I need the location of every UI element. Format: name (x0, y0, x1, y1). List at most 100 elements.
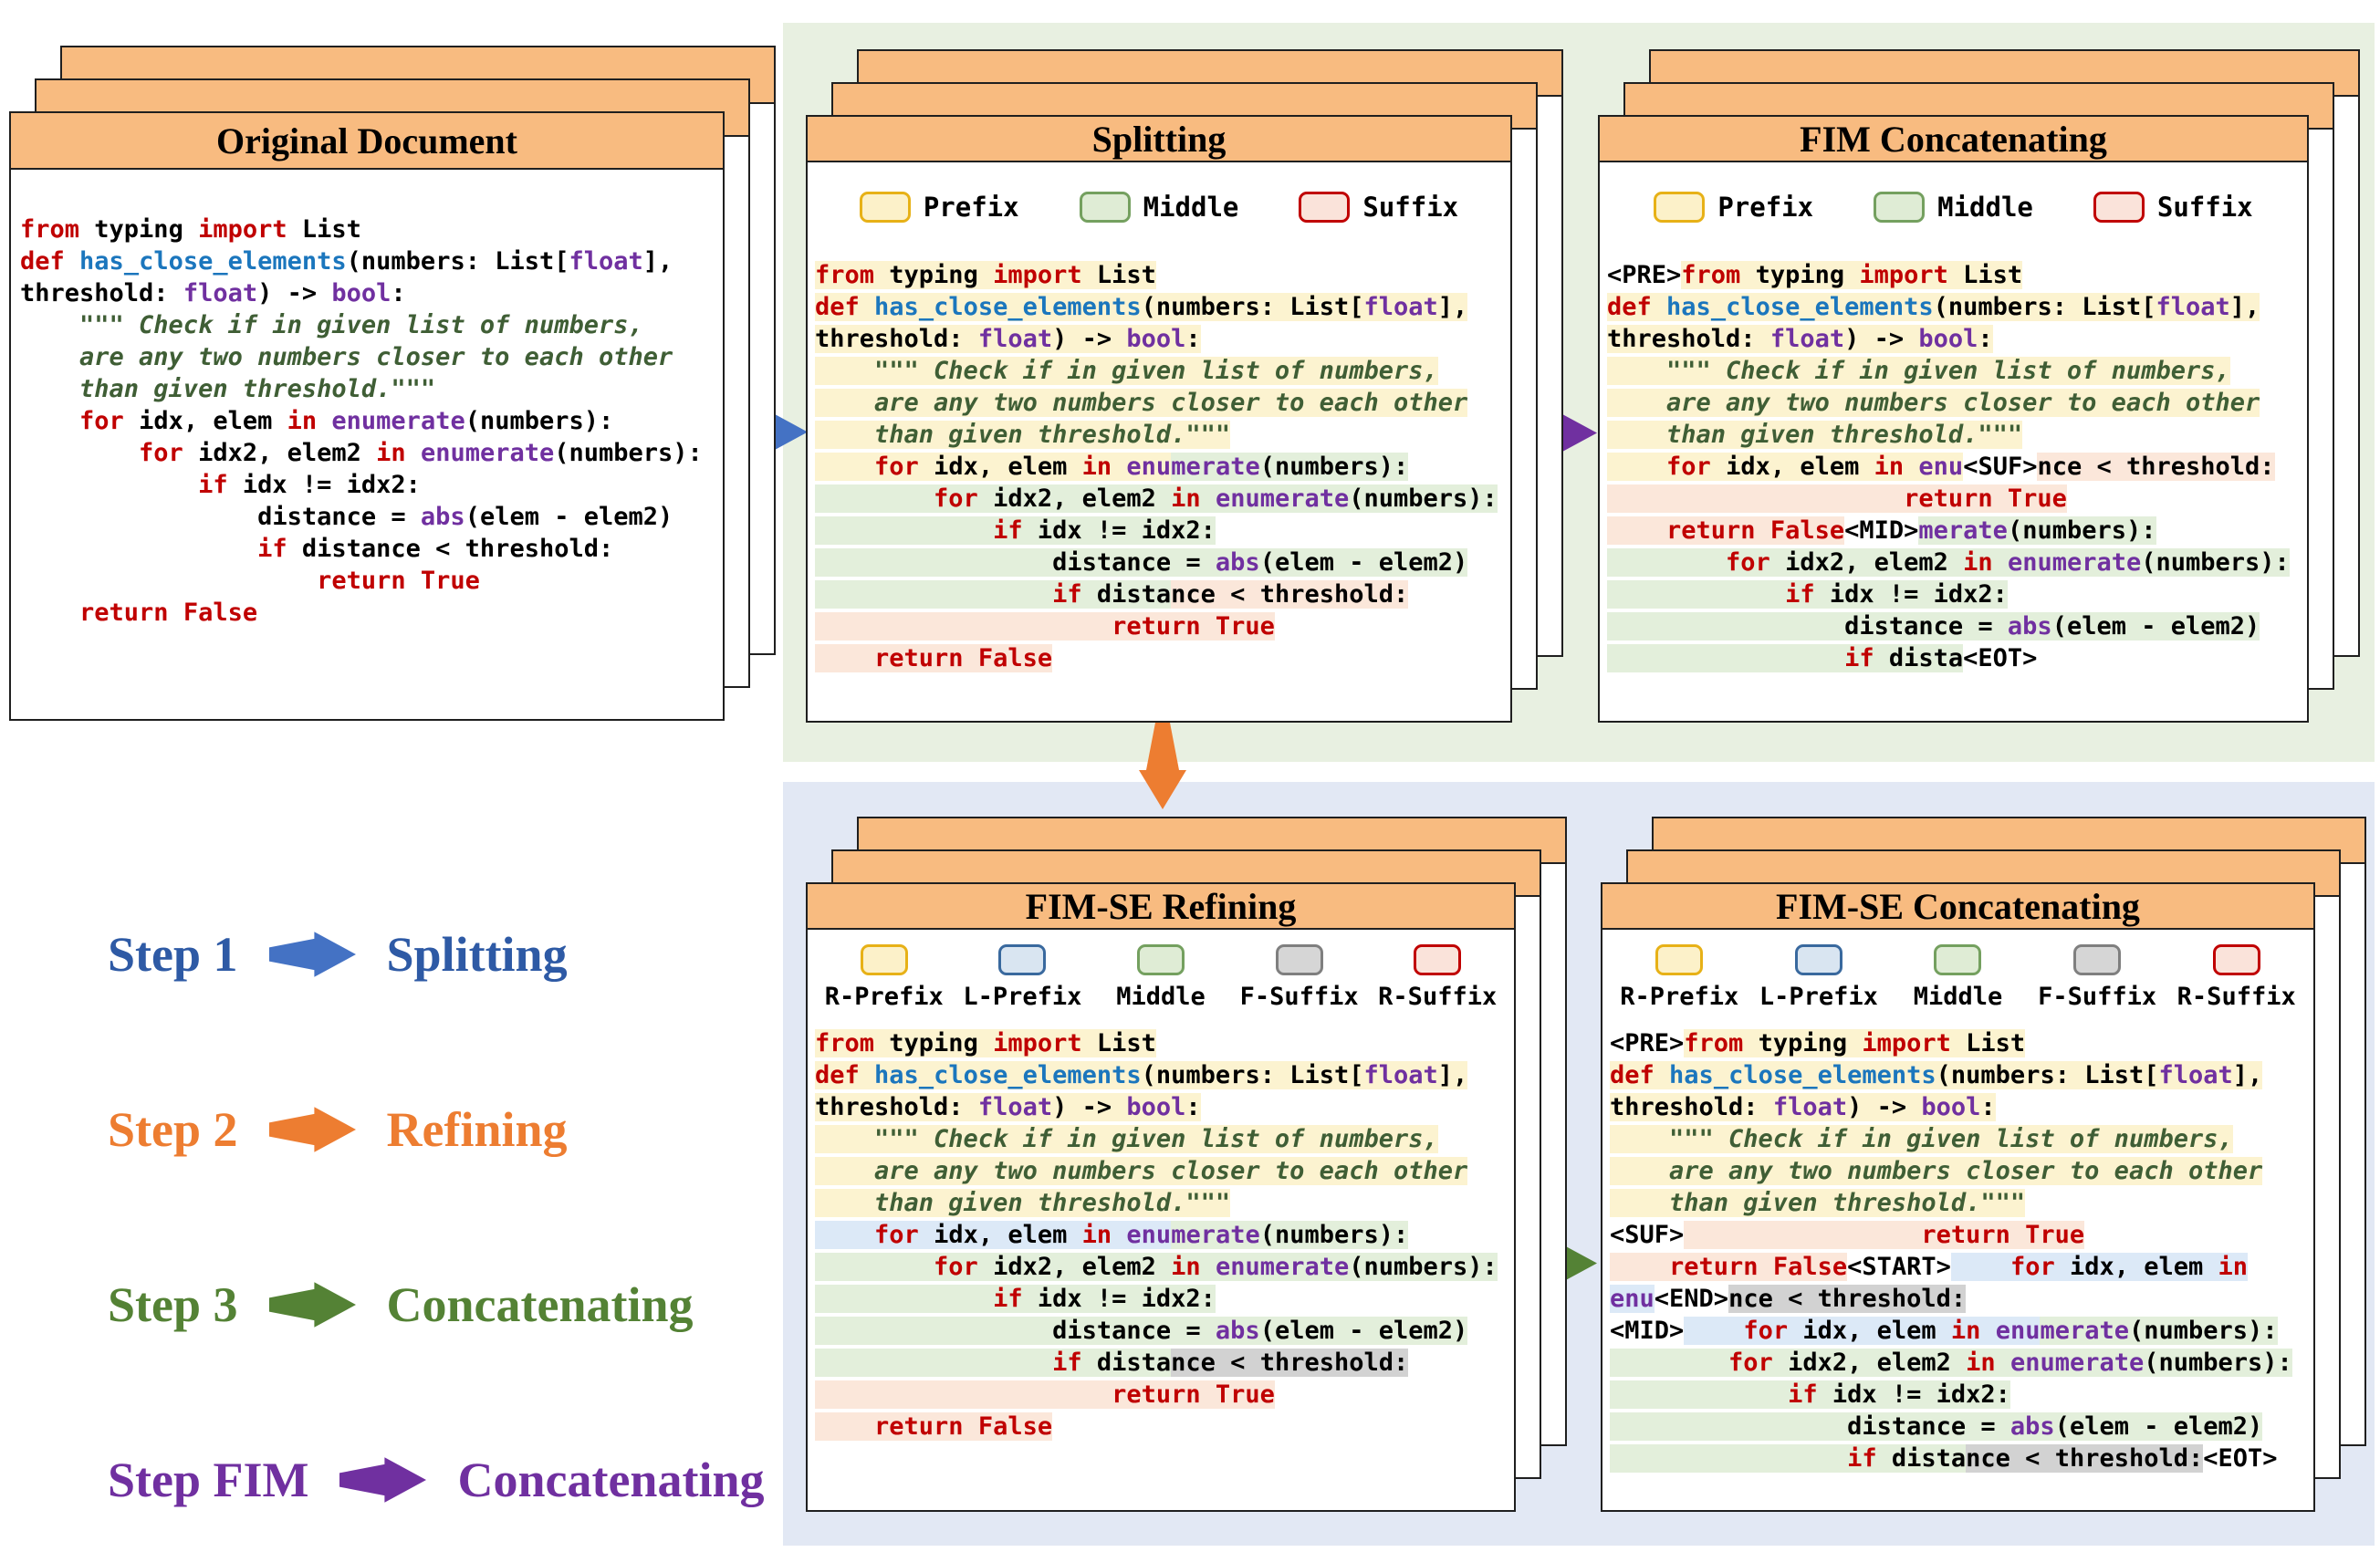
code-line: for idx2, elem2 in enumerate(numbers): (815, 1251, 1508, 1283)
code-line: for idx, elem in enumerate(numbers): (815, 1219, 1508, 1251)
legend-item-middle: Middle (1888, 944, 2028, 1011)
code-segment-plain: distance = abs(elem - elem2) (20, 503, 673, 531)
legend-chip-f-suffix (2073, 944, 2122, 975)
code-segment-prefix: for idx, elem in enu (1607, 453, 1964, 481)
step-row-3: Step 3 Concatenating (108, 1270, 764, 1339)
code-line: threshold: float) -> bool: (1607, 323, 2302, 355)
document-page: FIM-SE Refining R-Prefix L-Prefix Middle F-… (806, 882, 1516, 1512)
code-segment-prefix: threshold: float) -> bool: (815, 325, 1201, 353)
code-line: """ Check if in given list of numbers, (815, 355, 1505, 387)
legend-chip-suffix (2212, 944, 2260, 975)
legend: R-Prefix L-Prefix Middle F-Suffix R-Suffix (808, 944, 1514, 1011)
step-row-2: Step 2 Refining (108, 1095, 764, 1164)
code-block: <PRE>from typing import List def has_clos… (1602, 1027, 2313, 1474)
code-segment-prefix: def has_close_elements(numbers: List[flo… (815, 293, 1468, 321)
legend-item-prefix: R-Prefix (1610, 944, 1749, 1011)
code-line: distance = abs(elem - elem2) (1607, 610, 2302, 642)
code-segment-plain: <EOT> (2203, 1444, 2278, 1473)
panel-original-document: Original Document from typing import Lis… (9, 46, 776, 721)
code-segment-middle: merate(numbers): (2040, 1317, 2278, 1345)
code-line: are any two numbers closer to each other (1610, 1155, 2308, 1187)
legend-label: Prefix (923, 192, 1019, 223)
legend-label: R-Suffix (2176, 983, 2296, 1011)
code-line: <SUF> return True (1610, 1219, 2308, 1251)
code-segment-prefix: def has_close_elements(numbers: List[flo… (1607, 293, 2260, 321)
code-line: for idx, elem in enumerate(numbers): (815, 451, 1505, 483)
code-line: if distance < threshold: (815, 1347, 1508, 1379)
legend-label: Middle (1116, 983, 1206, 1011)
step-action: Splitting (386, 927, 568, 982)
code-segment-prefix: threshold: float) -> bool: (1607, 325, 1993, 353)
code-segment-middle: if idx != idx2: (815, 516, 1216, 545)
code-line: """ Check if in given list of numbers, (1610, 1123, 2308, 1155)
step-label: Step 1 (108, 927, 238, 982)
code-line: def has_close_elements(numbers: List[flo… (1610, 1059, 2308, 1091)
panel-title: FIM-SE Concatenating (1776, 885, 2140, 927)
step-label: Step FIM (108, 1453, 309, 1507)
panel-title: Original Document (216, 120, 517, 161)
code-segment-plain: <MID> (1610, 1317, 1685, 1345)
step-label: Step 3 (108, 1277, 238, 1332)
code-segment-middle: if idx != idx2: (1607, 580, 2008, 609)
step-row-fim: Step FIM Concatenating (108, 1445, 764, 1515)
fim-se-pipeline-diagram: { "panels": { "original": { "title": "Or… (0, 0, 2380, 1552)
code-line: than given threshold.""" (1607, 419, 2302, 451)
legend-item-prefix: Prefix (859, 192, 1019, 223)
arrow-fimse-refining-icon (1139, 723, 1186, 809)
code-segment-plain: if idx != idx2: (198, 471, 421, 499)
code-segment-middle: distance = abs(elem - elem2) (815, 548, 1468, 577)
step-arrow-icon (268, 1107, 356, 1152)
code-segment-middle: if dista (1607, 644, 1964, 672)
code-segment-prefix: than given threshold.""" (1607, 421, 2023, 449)
panel-header: Original Document (11, 113, 723, 170)
code-line: distance = abs(elem - elem2) (1610, 1411, 2308, 1443)
code-line: def has_close_elements(numbers: List[flo… (20, 245, 717, 277)
code-line: if distance < threshold: (815, 578, 1505, 610)
code-segment-prefix: def has_close_elements(numbers: List[flo… (1610, 1061, 2263, 1089)
code-segment-plain: return False (79, 599, 258, 627)
code-line: than given threshold.""" (1610, 1187, 2308, 1219)
step-action: Refining (386, 1102, 568, 1157)
step-action: Concatenating (386, 1277, 694, 1332)
legend-label: R-Prefix (824, 983, 944, 1011)
code-block: from typing import List def has_close_ele… (11, 214, 723, 629)
code-segment-plain: <MID> (1844, 516, 1919, 545)
document-page: Original Document from typing import Lis… (9, 111, 725, 721)
legend-chip-prefix (1655, 944, 1704, 975)
panel-title: FIM Concatenating (1800, 118, 2107, 160)
legend-chip-f-suffix (1275, 944, 1323, 975)
code-line: threshold: float) -> bool: (815, 323, 1505, 355)
code-segment-prefix: for idx, elem in enu (815, 453, 1172, 481)
code-line: if idx != idx2: (815, 1283, 1508, 1315)
code-line: than given threshold.""" (815, 419, 1505, 451)
panel-header: FIM-SE Refining (808, 884, 1514, 930)
code-segment-plain: from typing import List (20, 215, 361, 244)
legend-label: Prefix (1717, 192, 1814, 223)
code-line: <PRE>from typing import List (1607, 259, 2302, 291)
legend-label: Suffix (1362, 192, 1459, 223)
code-line: return True (1607, 483, 2302, 515)
code-segment-middle: merate(numbers): (1171, 453, 1409, 481)
panel-header: FIM Concatenating (1600, 117, 2307, 162)
code-segment-prefix: """ Check if in given list of numbers, (815, 357, 1438, 385)
legend-label: R-Prefix (1620, 983, 1739, 1011)
code-segment-prefix: are any two numbers closer to each other (1610, 1157, 2263, 1185)
legend-item-f-suffix: F-Suffix (1230, 944, 1369, 1011)
code-line: def has_close_elements(numbers: List[flo… (1607, 291, 2302, 323)
panel-header: FIM-SE Concatenating (1602, 884, 2313, 930)
code-line: return False<MID>merate(numbers): (1607, 515, 2302, 547)
code-segment-plain: <PRE> (1610, 1029, 1685, 1057)
code-line: than given threshold.""" (20, 373, 717, 405)
code-segment-prefix: are any two numbers closer to each other (815, 1157, 1468, 1185)
code-line: are any two numbers closer to each other (815, 387, 1505, 419)
panel-header: Splitting (808, 117, 1510, 162)
code-segment-prefix: threshold: float) -> bool: (1610, 1093, 1996, 1121)
legend: R-Prefix L-Prefix Middle F-Suffix R-Suffix (1602, 944, 2313, 1011)
code-segment-prefix: """ Check if in given list of numbers, (815, 1125, 1438, 1153)
legend-chip-suffix (2093, 192, 2145, 223)
code-segment-prefix: than given threshold.""" (1610, 1189, 2026, 1217)
code-line: return True (815, 1379, 1508, 1411)
code-line: if distance < threshold:<EOT> (1610, 1443, 2308, 1474)
code-segment-middle: for idx2, elem2 in enumerate(numbers): (815, 1253, 1498, 1281)
code-segment-prefix: threshold: float) -> bool: (815, 1093, 1201, 1121)
